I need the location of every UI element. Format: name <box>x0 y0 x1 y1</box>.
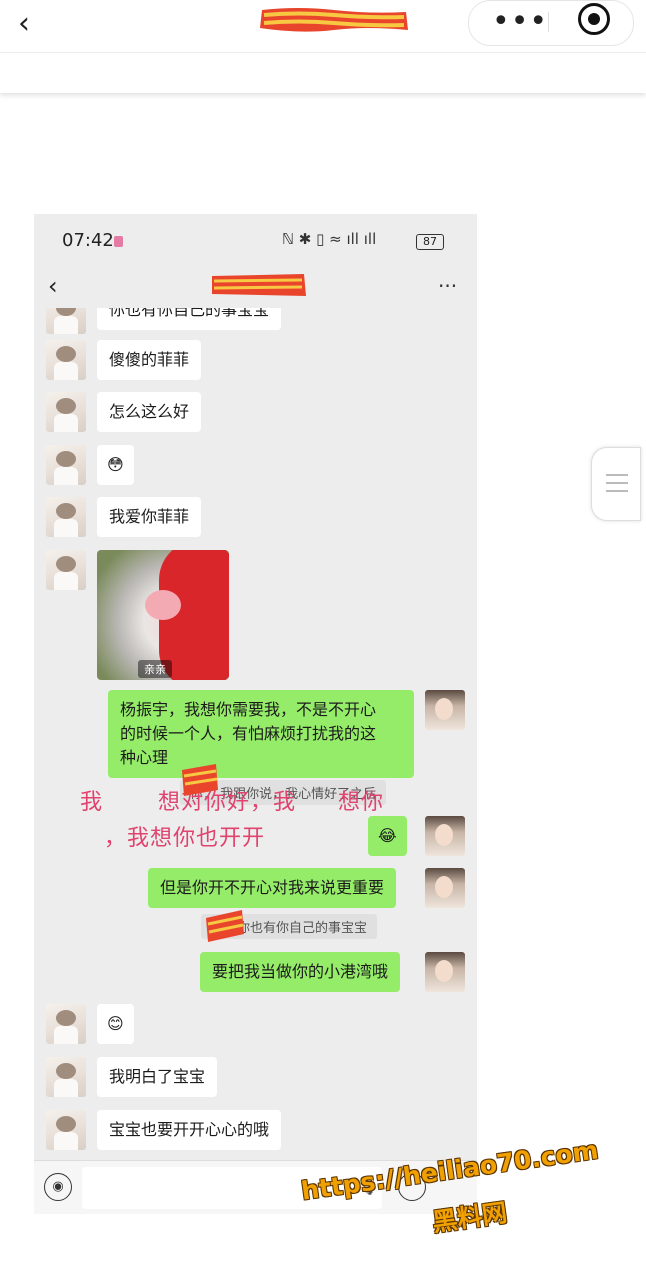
avatar[interactable] <box>46 1004 86 1044</box>
side-menu-handle[interactable] <box>591 447 641 521</box>
avatar[interactable] <box>46 497 86 537</box>
avatar[interactable] <box>425 816 465 856</box>
notification-icon <box>114 236 123 247</box>
overlay-text: 想你 <box>338 790 385 815</box>
status-icons: ℕ ✱ ▯ ≈ ıll ıll <box>282 230 377 248</box>
message-bubble[interactable]: 我明白了宝宝 <box>97 1057 218 1097</box>
message-bubble[interactable]: 怎么这么好 <box>97 392 202 432</box>
voice-icon[interactable]: ◉ <box>44 1173 72 1201</box>
sticker-caption: 亲亲 <box>138 660 172 678</box>
capsule-divider <box>548 12 549 32</box>
overlay-text: 我 <box>80 790 104 815</box>
chat-screenshot: 07:42 ℕ ✱ ▯ ≈ ıll ıll 87 ‹ ··· 你也有你自己的事宝… <box>34 214 477 1214</box>
message-bubble[interactable]: 杨振宇，我想你需要我，不是不开心 的时候一个人，有怕麻烦打扰我的这 种心理 <box>108 690 414 778</box>
avatar[interactable] <box>425 952 465 992</box>
target-icon[interactable] <box>578 3 610 35</box>
more-options-icon[interactable]: ••• <box>492 4 548 39</box>
message-bubble[interactable]: 傻傻的菲菲 <box>97 340 202 380</box>
message-bubble[interactable]: 但是你开不开心对我来说更重要 <box>148 868 397 908</box>
avatar[interactable] <box>46 550 86 590</box>
chat-back-icon[interactable]: ‹ <box>48 272 58 300</box>
redacted-title-icon <box>260 8 408 32</box>
message-bubble[interactable]: 我爱你菲菲 <box>97 497 202 537</box>
message-bubble[interactable]: 宝宝也要开开心心的哦 <box>97 1110 282 1150</box>
message-bubble[interactable]: 要把我当做你的小港湾哦 <box>200 952 401 992</box>
emoji-bubble[interactable]: 😳 <box>97 445 134 485</box>
redaction-mark-icon <box>206 910 244 942</box>
emoji: 😂 <box>378 826 397 845</box>
redaction-mark-icon <box>182 764 218 796</box>
emoji: 😊 <box>107 1014 124 1033</box>
avatar[interactable] <box>425 868 465 908</box>
avatar[interactable] <box>46 392 86 432</box>
avatar[interactable] <box>46 1057 86 1097</box>
redacted-chat-title-icon <box>212 274 306 296</box>
overlay-text: 想对你好，我 <box>158 790 297 815</box>
chat-more-icon[interactable]: ··· <box>438 274 457 298</box>
avatar[interactable] <box>46 445 86 485</box>
avatar[interactable] <box>425 690 465 730</box>
overlay-text: ，我想你也开开 <box>104 826 266 851</box>
avatar[interactable] <box>46 1110 86 1150</box>
status-time-top: 07:42 <box>62 230 114 251</box>
avatar[interactable] <box>46 340 86 380</box>
emoji-bubble[interactable]: 😂 <box>368 816 407 856</box>
emoji: 😳 <box>107 455 124 474</box>
back-icon[interactable]: ‹ <box>18 6 30 41</box>
battery-icon: 87 <box>416 234 444 250</box>
header-subbar <box>0 52 646 93</box>
emoji-bubble[interactable]: 😊 <box>97 1004 134 1044</box>
